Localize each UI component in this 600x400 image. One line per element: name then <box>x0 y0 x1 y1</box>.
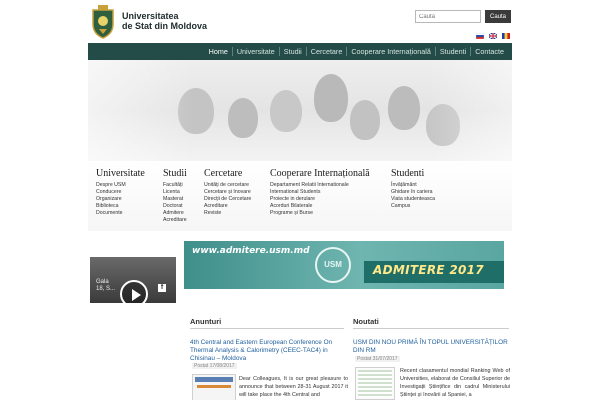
search-input[interactable] <box>415 10 481 23</box>
hero-photo <box>88 60 512 161</box>
video-widget[interactable]: Gala 18, S... f <box>90 257 176 303</box>
menu-title[interactable]: Studii <box>163 168 187 179</box>
nav-studii[interactable]: Studii <box>280 47 306 56</box>
menu-link[interactable]: Departament Relatii Internationale <box>270 182 370 189</box>
menu-link[interactable]: Ghidare în cariera <box>391 189 435 196</box>
seal-label: USM <box>324 260 342 269</box>
usm-seal-icon: USM <box>315 247 351 283</box>
menu-link[interactable]: Acorduri Bilaterale <box>270 203 370 210</box>
menu-link[interactable]: Învățământ <box>391 182 435 189</box>
thumbnail-text-block <box>197 385 231 388</box>
flag-ro-icon[interactable] <box>502 33 510 39</box>
menu-title[interactable]: Cooperare Internațională <box>270 168 370 179</box>
menu-column-universitate: Universitate Despre USM Conducere Organi… <box>96 168 145 217</box>
search-button[interactable]: Cauta <box>485 10 511 23</box>
page: Universitatea de Stat din Moldova Cauta … <box>88 0 512 400</box>
thumbnail-header-bar <box>195 377 233 382</box>
facebook-icon[interactable]: f <box>158 284 166 292</box>
nav-cercetare[interactable]: Cercetare <box>307 47 347 56</box>
nav-contacte[interactable]: Contacte <box>471 47 508 56</box>
menu-link[interactable]: Facultăți <box>163 182 187 189</box>
nav-studenti[interactable]: Studenti <box>436 47 470 56</box>
section-title-anunturi: Anunturi <box>190 317 222 326</box>
video-caption: Gala 18, S... <box>96 279 115 293</box>
nav-universitate[interactable]: Universitate <box>233 47 279 56</box>
menu-link[interactable]: Proiecte in derulare <box>270 196 370 203</box>
play-icon[interactable] <box>120 280 148 303</box>
video-caption-line-2: 18, S... <box>96 286 116 292</box>
menu-column-cooperare: Cooperare Internațională Departament Rel… <box>270 168 370 217</box>
news-thumbnail[interactable] <box>355 367 395 400</box>
section-divider <box>190 328 344 329</box>
menu-link[interactable]: Licenta <box>163 189 187 196</box>
menu-column-studii: Studii Facultăți Licenta Masterat Doctor… <box>163 168 187 224</box>
language-switcher <box>476 33 510 39</box>
menu-title[interactable]: Universitate <box>96 168 145 179</box>
brand-line-1: Universitatea <box>122 11 179 21</box>
thumbnail-table-grid <box>358 370 392 397</box>
video-caption-line-1: Gala <box>96 279 109 285</box>
banner-title: ADMITERE 2017 <box>373 263 484 277</box>
section-title-noutati: Noutati <box>353 317 379 326</box>
menu-link[interactable]: Conducere <box>96 189 145 196</box>
university-name[interactable]: Universitatea de Stat din Moldova <box>122 11 207 31</box>
news-date: Postat 31/07/2017 <box>355 356 400 362</box>
menu-link[interactable]: Acreditare <box>204 203 251 210</box>
flag-ru-icon[interactable] <box>476 33 484 39</box>
university-crest-logo[interactable] <box>90 4 116 40</box>
menu-link[interactable]: Acreditare <box>163 217 187 224</box>
admission-banner[interactable]: www.admitere.usm.md USM ADMITERE 2017 <box>184 241 504 289</box>
menu-link[interactable]: International Students <box>270 189 370 196</box>
news-excerpt: Recent clasamentul mondial Ranking Web o… <box>400 368 510 398</box>
menu-link[interactable]: Unități de cercetare <box>204 182 251 189</box>
announcement-excerpt: Dear Colleagues, It is our great pleasur… <box>239 376 348 398</box>
announcement-date: Postat 17/08/2017 <box>192 363 237 369</box>
main-nav: Home Universitate Studii Cercetare Coope… <box>88 43 512 60</box>
menu-link[interactable]: Campus <box>391 203 435 210</box>
announcement-thumbnail[interactable] <box>192 374 236 400</box>
quick-links: Universitate Despre USM Conducere Organi… <box>88 161 512 231</box>
menu-link[interactable]: Direcții de Cercetare <box>204 196 251 203</box>
nav-cooperare[interactable]: Cooperare Internațională <box>347 47 435 56</box>
flag-en-icon[interactable] <box>489 33 497 39</box>
menu-column-studenti: Studenti Învățământ Ghidare în cariera V… <box>391 168 435 210</box>
menu-link[interactable]: Despre USM <box>96 182 145 189</box>
announcement-title-link[interactable]: 4th Central and Eastern European Confere… <box>190 339 340 363</box>
menu-title[interactable]: Cercetare <box>204 168 251 179</box>
menu-link[interactable]: Viata studenteasca <box>391 196 435 203</box>
menu-link[interactable]: Doctorat <box>163 203 187 210</box>
section-divider <box>353 328 509 329</box>
menu-link[interactable]: Biblioteca <box>96 203 145 210</box>
hero-fade-overlay <box>88 60 512 161</box>
news-title-link[interactable]: USM DIN NOU PRIMĂ ÎN TOPUL UNIVERSITĂȚIL… <box>353 339 509 355</box>
menu-column-cercetare: Cercetare Unități de cercetare Cercetare… <box>204 168 251 217</box>
menu-link[interactable]: Reviste <box>204 210 251 217</box>
menu-link[interactable]: Masterat <box>163 196 187 203</box>
menu-link[interactable]: Admitere <box>163 210 187 217</box>
menu-link[interactable]: Programe și Burse <box>270 210 370 217</box>
banner-url: www.admitere.usm.md <box>192 246 310 256</box>
menu-link[interactable]: Cercetare și Inovare <box>204 189 251 196</box>
menu-link[interactable]: Organizare <box>96 196 145 203</box>
menu-title[interactable]: Studenti <box>391 168 435 179</box>
nav-home[interactable]: Home <box>205 47 232 56</box>
menu-link[interactable]: Documente <box>96 210 145 217</box>
brand-line-2: de Stat din Moldova <box>122 21 208 31</box>
